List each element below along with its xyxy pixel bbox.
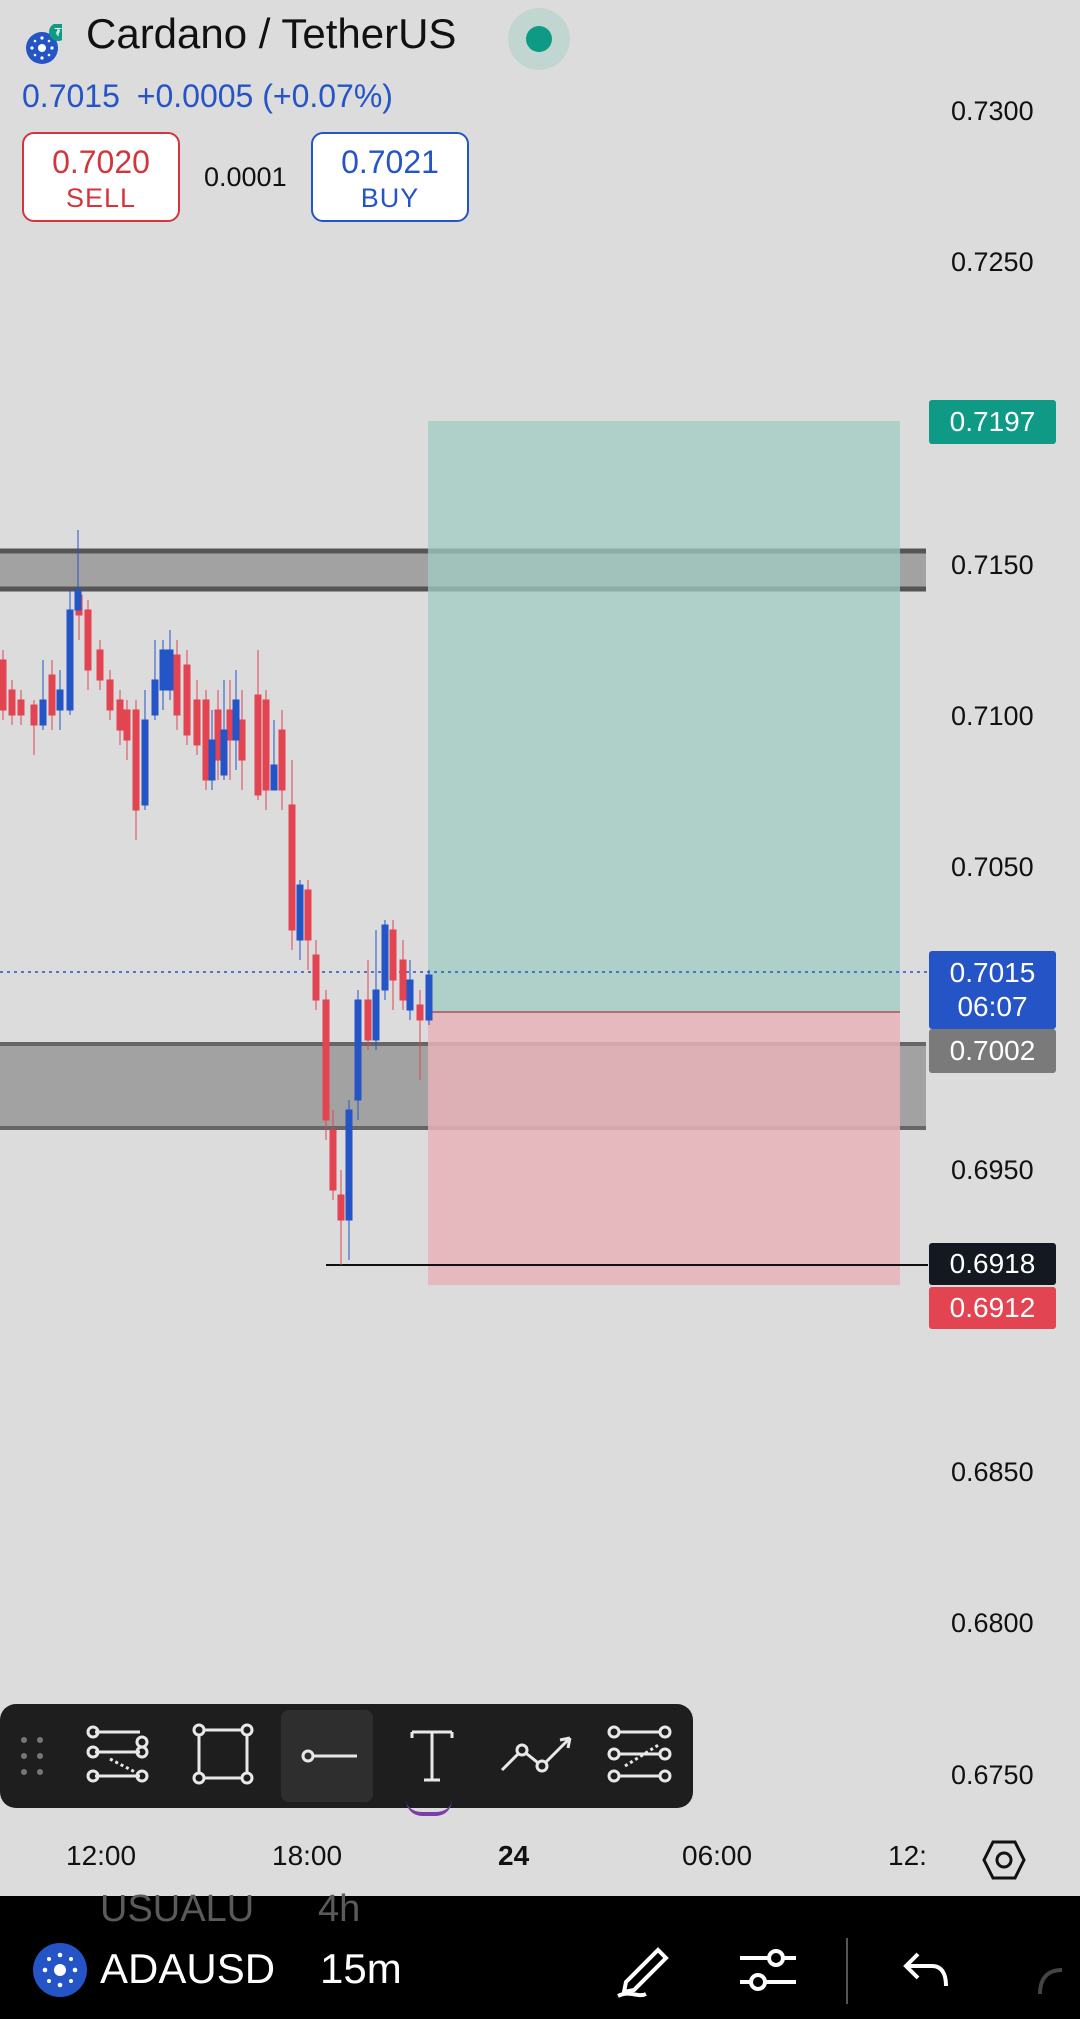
y-axis-label: 0.7100 [951,701,1034,731]
y-axis-label: 0.7250 [951,247,1034,277]
sell-price: 0.7020 [52,144,150,180]
sell-label: SELL [65,183,137,213]
y-axis-label: 0.7300 [951,96,1034,126]
x-axis-label: 18:00 [272,1840,343,1871]
x-axis-label: 24 [498,1840,530,1871]
previous-interval-ghost: 4h [318,1888,361,1930]
symbol-selector[interactable]: ADAUSD [100,1945,275,1993]
entry-price-tag: 0.7002 [929,1029,1056,1073]
buy-button[interactable]: 0.7021 BUY [311,132,469,222]
previous-symbol-ghost: USUALU [100,1888,255,1930]
y-axis-label: 0.7150 [951,550,1034,580]
rectangle-icon[interactable] [192,1723,254,1785]
drawing-toolbar [0,1704,693,1808]
fib-icon[interactable] [607,1725,672,1783]
text-icon[interactable] [410,1730,454,1782]
spread-value: 0.0001 [204,162,287,192]
x-axis-label: 12: [888,1840,927,1871]
path-icon[interactable] [500,1736,572,1773]
stop-price-tag: 0.6912 [929,1287,1056,1329]
drag-handle-icon[interactable] [21,1737,43,1775]
crosshair-price-tag: 0.6918 [929,1243,1056,1285]
price-summary: 0.7015 +0.0005 (+0.07%) [22,78,393,115]
y-axis-label: 0.6800 [951,1608,1034,1638]
sell-button[interactable]: 0.7020 SELL [22,132,180,222]
target-price-tag: 0.7197 [929,400,1056,444]
cardano-logo-icon: ₮ [22,23,67,64]
buy-price: 0.7021 [341,144,439,180]
x-axis-label: 12:00 [66,1840,137,1871]
x-axis-label: 06:00 [682,1840,753,1871]
price-chart[interactable] [0,0,1080,1896]
toolbar-divider [846,1938,848,2004]
undo-icon[interactable] [902,1948,950,1997]
symbol-title[interactable]: Cardano / TetherUS [86,10,456,58]
candles [0,530,433,1265]
target-zone [428,421,900,1012]
indicators-icon[interactable] [738,1948,798,1997]
y-axis-label: 0.6750 [951,1760,1034,1790]
candle-countdown: 06:07 [957,991,1028,1022]
price-change: +0.0005 (+0.07%) [136,78,393,114]
current-price-tag: 0.7015 06:07 [929,951,1056,1029]
y-axis-label: 0.6950 [951,1155,1034,1185]
interval-selector[interactable]: 15m [320,1945,402,1993]
y-axis-label: 0.6850 [951,1457,1034,1487]
trend-lines-icon[interactable] [86,1725,149,1783]
buy-label: BUY [360,183,420,213]
symbol-logo-icon [32,1942,88,2003]
market-open-dot-icon [526,26,552,52]
stop-zone [428,1012,900,1285]
pencil-icon[interactable] [612,1938,672,2005]
svg-text:₮: ₮ [55,26,62,39]
current-price-value: 0.7015 [949,957,1036,988]
redo-icon[interactable] [1036,1958,1080,2003]
last-price: 0.7015 [22,78,120,114]
y-axis-label: 0.7050 [951,852,1034,882]
chart-settings-icon[interactable] [982,1838,1026,1887]
